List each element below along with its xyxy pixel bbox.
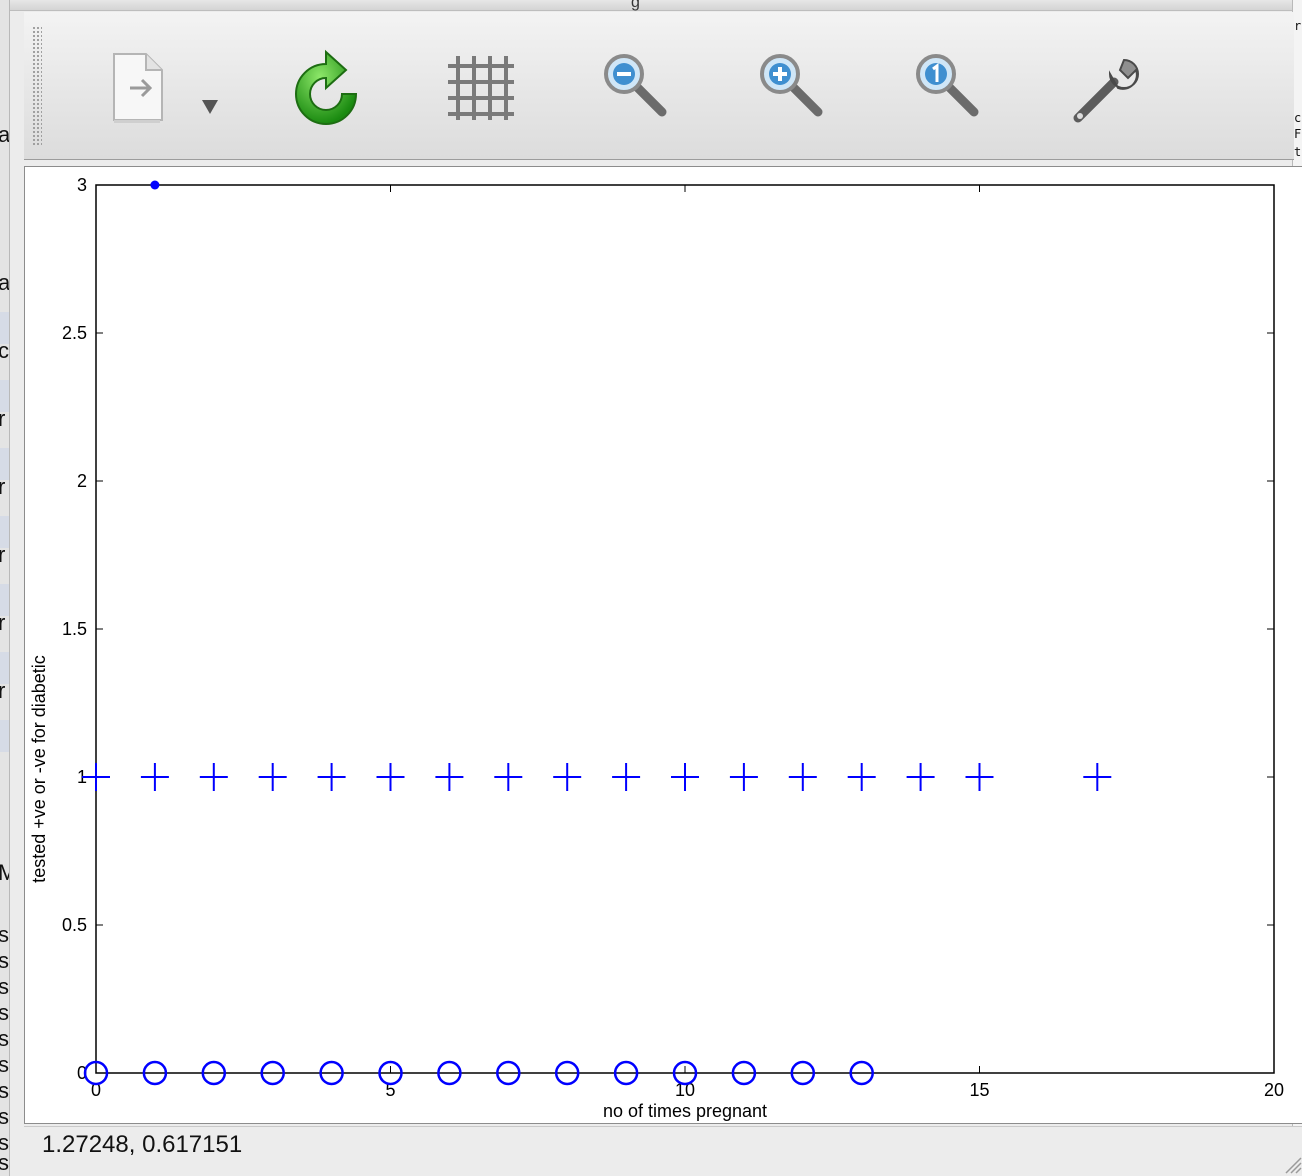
zoom-out-button[interactable] — [598, 48, 674, 128]
export-button[interactable] — [100, 48, 176, 128]
scatter-chart: 0 5 10 15 2000.511.522.53no of times pregnan… — [29, 175, 1284, 1121]
window-title: g — [631, 0, 640, 11]
figure-toolbar — [24, 12, 1294, 160]
plot-frame — [95, 184, 1275, 1074]
y-tick-label: 2 — [77, 471, 87, 491]
background-left-text: s — [0, 1026, 9, 1051]
background-left-text: r — [0, 610, 6, 635]
resize-grip-icon[interactable] — [1282, 1154, 1302, 1174]
background-left-text: r — [0, 406, 6, 431]
background-right-text: c — [1294, 111, 1302, 125]
grid-toggle-button[interactable] — [442, 48, 518, 128]
y-tick-label: 1.5 — [62, 619, 87, 639]
data-point-dot — [150, 180, 160, 190]
y-tick-label: 2.5 — [62, 323, 87, 343]
x-tick-label: 15 — [969, 1080, 989, 1100]
background-left-text: s — [0, 974, 9, 999]
zoom-in-button[interactable] — [754, 48, 830, 128]
background-left-text: s — [0, 948, 9, 973]
refresh-button[interactable] — [286, 48, 362, 128]
y-tick-label: 0.5 — [62, 915, 87, 935]
settings-button[interactable] — [1066, 48, 1142, 128]
background-left-text: s — [0, 1000, 9, 1025]
window-titlebar[interactable]: g — [10, 0, 1292, 11]
export-document-icon — [100, 48, 176, 128]
status-bar: 1.27248, 0.617151 — [24, 1126, 1302, 1176]
background-left-text: s — [0, 1078, 9, 1103]
zoom-in-icon — [754, 48, 830, 128]
background-left-text: r — [0, 474, 6, 499]
x-tick-label: 20 — [1264, 1080, 1284, 1100]
grid-icon — [442, 48, 518, 128]
background-left-text: s — [0, 922, 9, 947]
background-left-text: r — [0, 678, 6, 703]
cursor-coordinates: 1.27248, 0.617151 — [42, 1131, 243, 1158]
zoom-reset-button[interactable] — [910, 48, 986, 128]
zoom-reset-icon — [910, 48, 986, 128]
y-axis-label: tested +ve or -ve for diabetic — [29, 655, 49, 883]
toolbar-grip[interactable] — [32, 26, 42, 146]
background-left-text: r — [0, 542, 6, 567]
background-left-text: s — [0, 1104, 9, 1129]
export-menu-arrow[interactable] — [196, 48, 224, 128]
y-tick-label: 3 — [77, 175, 87, 195]
figure-window: g 0 5 10 15 20 0 0.5 1 1.5 2 2.5 3 no of… — [9, 0, 1302, 1176]
x-axis-label: no of times pregnant — [603, 1101, 767, 1121]
background-right-text: F — [1294, 127, 1302, 141]
wrench-icon — [1066, 48, 1142, 128]
background-right-text: t — [1294, 145, 1302, 159]
refresh-icon — [286, 48, 362, 128]
dropdown-arrow-icon — [196, 48, 224, 128]
plot-canvas[interactable]: 0 5 10 15 20 0 0.5 1 1.5 2 2.5 3 no of times pregnan… — [24, 166, 1302, 1124]
zoom-out-icon — [598, 48, 674, 128]
background-right-text: r — [1294, 19, 1302, 33]
background-left-text: s — [0, 1150, 9, 1175]
background-left-text: s — [0, 1052, 9, 1077]
